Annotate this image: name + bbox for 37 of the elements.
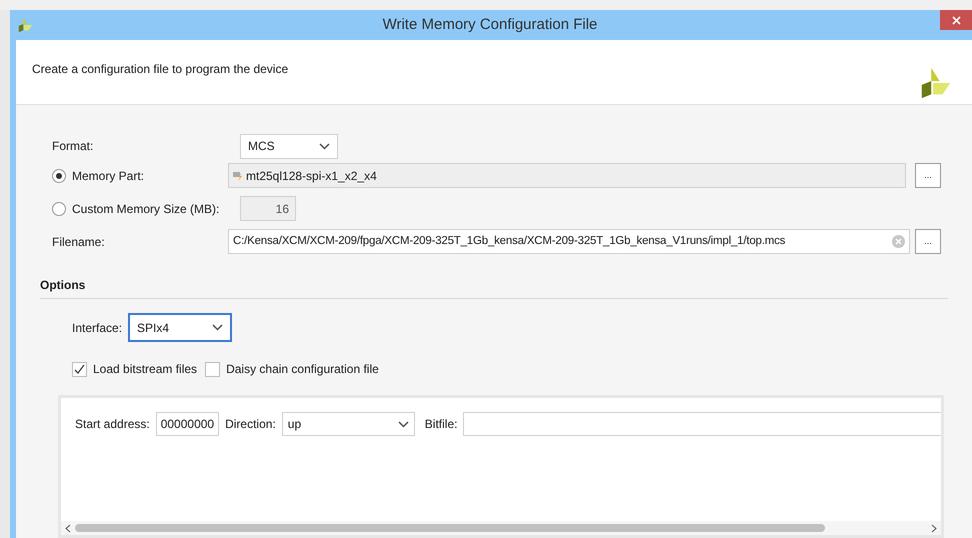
filename-field[interactable]: C:/Kensa/XCM/XCM-209/fpga/XCM-209-325T_1Gb_kensa/XCM-209-325T_1Gb_kensa_V1runs/impl_1/top.mcs — [228, 229, 910, 254]
interface-label: Interface: — [72, 320, 122, 336]
memory-part-field[interactable]: mt25ql128-spi-x1_x2_x4 — [228, 163, 906, 188]
checkbox[interactable] — [72, 362, 87, 376]
memory-size-field[interactable]: 16 — [240, 196, 296, 221]
radio-button[interactable] — [52, 202, 66, 216]
radio-label: Custom Memory Size (MB): — [72, 200, 220, 218]
browse-button[interactable]: ... — [915, 163, 941, 188]
start-address-field[interactable]: 00000000 — [156, 412, 220, 436]
filename-label: Filename: — [52, 234, 106, 250]
scroll-right-icon[interactable] — [931, 524, 937, 532]
chip-icon — [233, 170, 243, 180]
radio-label: Memory Part: — [72, 168, 144, 184]
format-dropdown[interactable]: MCS — [240, 134, 338, 158]
close-button[interactable] — [940, 10, 972, 30]
header-description: Create a configuration file to program the device — [32, 61, 288, 78]
format-label: Format: — [52, 138, 94, 155]
checkbox[interactable] — [205, 362, 220, 376]
checkbox-label: Daisy chain configuration file — [226, 361, 379, 378]
browse-button[interactable]: ... — [915, 229, 941, 254]
options-heading: Options — [40, 278, 86, 292]
bitfile-label: Bitfile: — [424, 416, 458, 433]
radio-button[interactable] — [52, 168, 66, 182]
close-icon — [952, 16, 960, 24]
bitfile-field[interactable] — [463, 412, 941, 436]
direction-label: Direction: — [225, 416, 276, 433]
chevron-down-icon — [398, 420, 409, 428]
direction-dropdown[interactable]: up — [282, 412, 415, 436]
window-title: Write Memory Configuration File — [382, 14, 598, 35]
logo-icon — [17, 17, 33, 33]
chevron-down-icon — [319, 142, 330, 150]
start-address-label: Start address: — [75, 416, 150, 433]
checkbox-label: Load bitstream files — [93, 361, 198, 378]
chevron-down-icon — [212, 324, 224, 331]
scroll-left-icon[interactable] — [65, 524, 71, 532]
interface-dropdown[interactable]: SPIx4 — [128, 313, 232, 342]
horizontal-scrollbar[interactable] — [61, 521, 941, 535]
